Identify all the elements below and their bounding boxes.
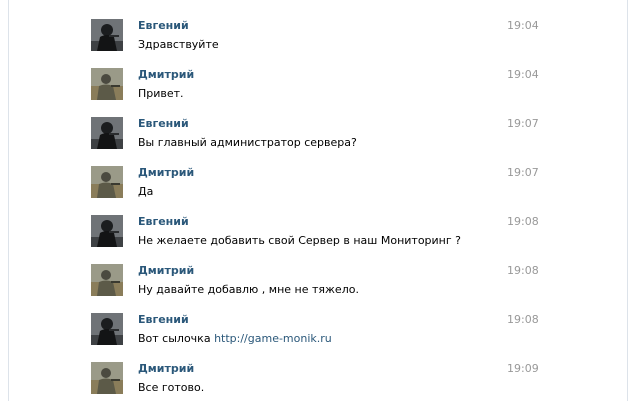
message-author[interactable]: Евгений [138, 215, 189, 229]
evgeny-avatar[interactable] [91, 117, 123, 149]
message-item: Евгений 19:04 Здравствуйте [91, 19, 551, 64]
message-item: Евгений 19:08 Не желаете добавить свой С… [91, 215, 551, 260]
message-author[interactable]: Евгений [138, 19, 189, 33]
message-author[interactable]: Дмитрий [138, 362, 194, 376]
message-text: Привет. [138, 87, 184, 100]
message-text: Все готово. [138, 381, 205, 394]
message-text: Не желаете добавить свой Сервер в наш Мо… [138, 234, 461, 247]
dmitry-avatar[interactable] [91, 264, 123, 296]
message-text: Вот сылочка http://game-monik.ru [138, 332, 332, 346]
left-border [8, 0, 9, 401]
dmitry-avatar[interactable] [91, 166, 123, 198]
message-time: 19:04 [507, 19, 539, 32]
message-item: Евгений 19:08 Вот сылочка http://game-mo… [91, 313, 551, 358]
message-time: 19:08 [507, 264, 539, 277]
dmitry-avatar[interactable] [91, 362, 123, 394]
message-author[interactable]: Дмитрий [138, 264, 194, 278]
message-text: Ну давайте добавлю , мне не тяжело. [138, 283, 359, 296]
message-item: Евгений 19:07 Вы главный администратор с… [91, 117, 551, 162]
chat-history: Евгений 19:04 Здравствуйте Дмитрий 19:04… [0, 0, 635, 401]
message-time: 19:09 [507, 362, 539, 375]
message-time: 19:07 [507, 117, 539, 130]
message-author[interactable]: Евгений [138, 117, 189, 131]
message-text: Здравствуйте [138, 38, 219, 51]
message-link[interactable]: http://game-monik.ru [214, 332, 332, 345]
message-time: 19:04 [507, 68, 539, 81]
evgeny-avatar[interactable] [91, 19, 123, 51]
message-item: Дмитрий 19:09 Все готово. [91, 362, 551, 407]
right-border [627, 0, 628, 401]
evgeny-avatar[interactable] [91, 215, 123, 247]
message-text-prefix: Вот сылочка [138, 332, 215, 345]
message-time: 19:08 [507, 215, 539, 228]
message-author[interactable]: Дмитрий [138, 166, 194, 180]
message-time: 19:07 [507, 166, 539, 179]
dmitry-avatar[interactable] [91, 68, 123, 100]
message-text: Вы главный администратор сервера? [138, 136, 357, 149]
message-author[interactable]: Евгений [138, 313, 189, 327]
message-text: Да [138, 185, 154, 198]
message-item: Дмитрий 19:07 Да [91, 166, 551, 211]
evgeny-avatar[interactable] [91, 313, 123, 345]
message-item: Дмитрий 19:04 Привет. [91, 68, 551, 113]
message-author[interactable]: Дмитрий [138, 68, 194, 82]
message-time: 19:08 [507, 313, 539, 326]
message-item: Дмитрий 19:08 Ну давайте добавлю , мне н… [91, 264, 551, 309]
